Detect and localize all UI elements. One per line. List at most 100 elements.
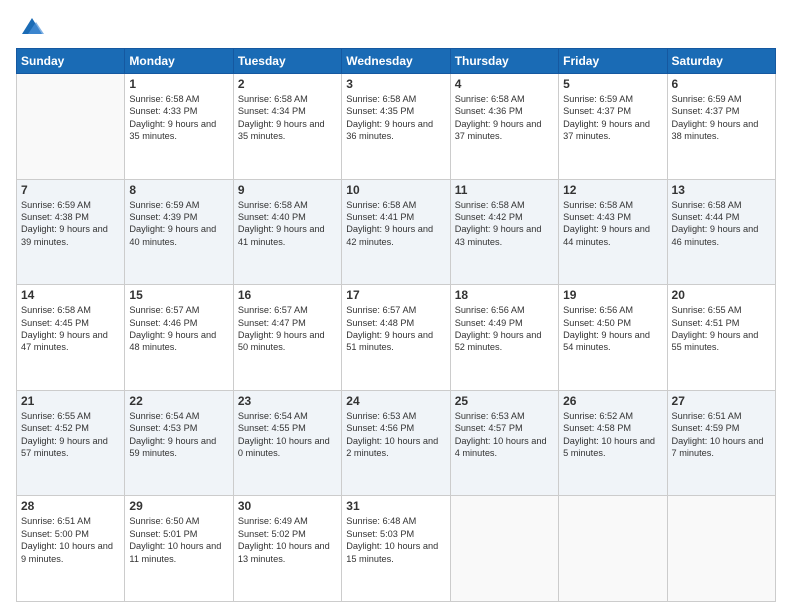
day-number: 12 — [563, 183, 662, 197]
calendar-cell: 16 Sunrise: 6:57 AMSunset: 4:47 PMDayligh… — [233, 285, 341, 391]
cell-info: Sunrise: 6:58 AMSunset: 4:44 PMDaylight:… — [672, 199, 771, 249]
calendar-cell: 21Sunrise: 6:55 AMSunset: 4:52 PMDayligh… — [17, 390, 125, 496]
cell-info: Sunrise: 6:59 AMSunset: 4:37 PMDaylight:… — [563, 93, 662, 143]
calendar-cell: 14 Sunrise: 6:58 AMSunset: 4:45 PMDayligh… — [17, 285, 125, 391]
day-number: 28 — [21, 499, 120, 513]
calendar-cell: 2 Sunrise: 6:58 AMSunset: 4:34 PMDaylight… — [233, 74, 341, 180]
cell-info: Sunrise: 6:58 AMSunset: 4:45 PMDaylight:… — [21, 304, 120, 354]
cell-info: Sunrise: 6:48 AMSunset: 5:03 PMDaylight:… — [346, 515, 445, 565]
day-number: 8 — [129, 183, 228, 197]
weekday-header-tuesday: Tuesday — [233, 49, 341, 74]
weekday-header-row: SundayMondayTuesdayWednesdayThursdayFrid… — [17, 49, 776, 74]
weekday-header-sunday: Sunday — [17, 49, 125, 74]
calendar-cell: 25Sunrise: 6:53 AMSunset: 4:57 PMDayligh… — [450, 390, 558, 496]
weekday-header-thursday: Thursday — [450, 49, 558, 74]
day-number: 19 — [563, 288, 662, 302]
calendar-cell: 7 Sunrise: 6:59 AMSunset: 4:38 PMDaylight… — [17, 179, 125, 285]
cell-info: Sunrise: 6:59 AMSunset: 4:38 PMDaylight:… — [21, 199, 120, 249]
day-number: 29 — [129, 499, 228, 513]
calendar-cell: 26 Sunrise: 6:52 AMSunset: 4:58 PMDayligh… — [559, 390, 667, 496]
cell-info: Sunrise: 6:51 AMSunset: 4:59 PMDaylight:… — [672, 410, 771, 460]
cell-info: Sunrise: 6:50 AMSunset: 5:01 PMDaylight:… — [129, 515, 228, 565]
day-number: 2 — [238, 77, 337, 91]
calendar-cell — [450, 496, 558, 602]
cell-info: Sunrise: 6:55 AMSunset: 4:51 PMDaylight:… — [672, 304, 771, 354]
calendar-cell: 12 Sunrise: 6:58 AMSunset: 4:43 PMDayligh… — [559, 179, 667, 285]
logo-icon — [18, 12, 46, 40]
calendar-cell: 4Sunrise: 6:58 AMSunset: 4:36 PMDaylight… — [450, 74, 558, 180]
calendar-cell: 6 Sunrise: 6:59 AMSunset: 4:37 PMDaylight… — [667, 74, 775, 180]
day-number: 23 — [238, 394, 337, 408]
day-number: 17 — [346, 288, 445, 302]
day-number: 26 — [563, 394, 662, 408]
calendar-week-row: 28 Sunrise: 6:51 AMSunset: 5:00 PMDayligh… — [17, 496, 776, 602]
calendar-cell: 10 Sunrise: 6:58 AMSunset: 4:41 PMDayligh… — [342, 179, 450, 285]
day-number: 15 — [129, 288, 228, 302]
calendar-cell: 20 Sunrise: 6:55 AMSunset: 4:51 PMDayligh… — [667, 285, 775, 391]
calendar-cell: 9Sunrise: 6:58 AMSunset: 4:40 PMDaylight… — [233, 179, 341, 285]
cell-info: Sunrise: 6:57 AMSunset: 4:48 PMDaylight:… — [346, 304, 445, 354]
calendar-week-row: 14 Sunrise: 6:58 AMSunset: 4:45 PMDayligh… — [17, 285, 776, 391]
calendar-cell: 30Sunrise: 6:49 AMSunset: 5:02 PMDayligh… — [233, 496, 341, 602]
cell-info: Sunrise: 6:58 AMSunset: 4:34 PMDaylight:… — [238, 93, 337, 143]
weekday-header-friday: Friday — [559, 49, 667, 74]
calendar-cell: 11Sunrise: 6:58 AMSunset: 4:42 PMDayligh… — [450, 179, 558, 285]
day-number: 27 — [672, 394, 771, 408]
cell-info: Sunrise: 6:51 AMSunset: 5:00 PMDaylight:… — [21, 515, 120, 565]
day-number: 10 — [346, 183, 445, 197]
cell-info: Sunrise: 6:52 AMSunset: 4:58 PMDaylight:… — [563, 410, 662, 460]
weekday-header-saturday: Saturday — [667, 49, 775, 74]
cell-info: Sunrise: 6:58 AMSunset: 4:35 PMDaylight:… — [346, 93, 445, 143]
day-number: 16 — [238, 288, 337, 302]
day-number: 7 — [21, 183, 120, 197]
day-number: 3 — [346, 77, 445, 91]
cell-info: Sunrise: 6:56 AMSunset: 4:50 PMDaylight:… — [563, 304, 662, 354]
cell-info: Sunrise: 6:53 AMSunset: 4:56 PMDaylight:… — [346, 410, 445, 460]
calendar-cell: 18 Sunrise: 6:56 AMSunset: 4:49 PMDayligh… — [450, 285, 558, 391]
calendar-cell: 15 Sunrise: 6:57 AMSunset: 4:46 PMDayligh… — [125, 285, 233, 391]
calendar-cell: 31Sunrise: 6:48 AMSunset: 5:03 PMDayligh… — [342, 496, 450, 602]
calendar-cell — [667, 496, 775, 602]
day-number: 24 — [346, 394, 445, 408]
logo — [16, 12, 46, 40]
calendar-week-row: 21Sunrise: 6:55 AMSunset: 4:52 PMDayligh… — [17, 390, 776, 496]
calendar-cell: 8 Sunrise: 6:59 AMSunset: 4:39 PMDaylight… — [125, 179, 233, 285]
cell-info: Sunrise: 6:54 AMSunset: 4:53 PMDaylight:… — [129, 410, 228, 460]
weekday-header-wednesday: Wednesday — [342, 49, 450, 74]
cell-info: Sunrise: 6:58 AMSunset: 4:43 PMDaylight:… — [563, 199, 662, 249]
day-number: 5 — [563, 77, 662, 91]
header — [16, 12, 776, 40]
cell-info: Sunrise: 6:56 AMSunset: 4:49 PMDaylight:… — [455, 304, 554, 354]
day-number: 20 — [672, 288, 771, 302]
cell-info: Sunrise: 6:57 AMSunset: 4:47 PMDaylight:… — [238, 304, 337, 354]
cell-info: Sunrise: 6:58 AMSunset: 4:41 PMDaylight:… — [346, 199, 445, 249]
day-number: 6 — [672, 77, 771, 91]
day-number: 4 — [455, 77, 554, 91]
day-number: 22 — [129, 394, 228, 408]
cell-info: Sunrise: 6:54 AMSunset: 4:55 PMDaylight:… — [238, 410, 337, 460]
calendar-cell: 28 Sunrise: 6:51 AMSunset: 5:00 PMDayligh… — [17, 496, 125, 602]
day-number: 13 — [672, 183, 771, 197]
calendar-cell: 3 Sunrise: 6:58 AMSunset: 4:35 PMDaylight… — [342, 74, 450, 180]
calendar-cell: 29 Sunrise: 6:50 AMSunset: 5:01 PMDayligh… — [125, 496, 233, 602]
cell-info: Sunrise: 6:59 AMSunset: 4:37 PMDaylight:… — [672, 93, 771, 143]
weekday-header-monday: Monday — [125, 49, 233, 74]
calendar-cell: 5 Sunrise: 6:59 AMSunset: 4:37 PMDaylight… — [559, 74, 667, 180]
calendar-cell: 13 Sunrise: 6:58 AMSunset: 4:44 PMDayligh… — [667, 179, 775, 285]
day-number: 1 — [129, 77, 228, 91]
day-number: 30 — [238, 499, 337, 513]
page: SundayMondayTuesdayWednesdayThursdayFrid… — [0, 0, 792, 612]
cell-info: Sunrise: 6:59 AMSunset: 4:39 PMDaylight:… — [129, 199, 228, 249]
cell-info: Sunrise: 6:55 AMSunset: 4:52 PMDaylight:… — [21, 410, 120, 460]
calendar-week-row: 7 Sunrise: 6:59 AMSunset: 4:38 PMDaylight… — [17, 179, 776, 285]
calendar-cell — [17, 74, 125, 180]
day-number: 9 — [238, 183, 337, 197]
calendar-cell: 17 Sunrise: 6:57 AMSunset: 4:48 PMDayligh… — [342, 285, 450, 391]
calendar-week-row: 1Sunrise: 6:58 AMSunset: 4:33 PMDaylight… — [17, 74, 776, 180]
calendar-cell — [559, 496, 667, 602]
calendar-table: SundayMondayTuesdayWednesdayThursdayFrid… — [16, 48, 776, 602]
cell-info: Sunrise: 6:57 AMSunset: 4:46 PMDaylight:… — [129, 304, 228, 354]
calendar-cell: 19 Sunrise: 6:56 AMSunset: 4:50 PMDayligh… — [559, 285, 667, 391]
day-number: 18 — [455, 288, 554, 302]
day-number: 14 — [21, 288, 120, 302]
